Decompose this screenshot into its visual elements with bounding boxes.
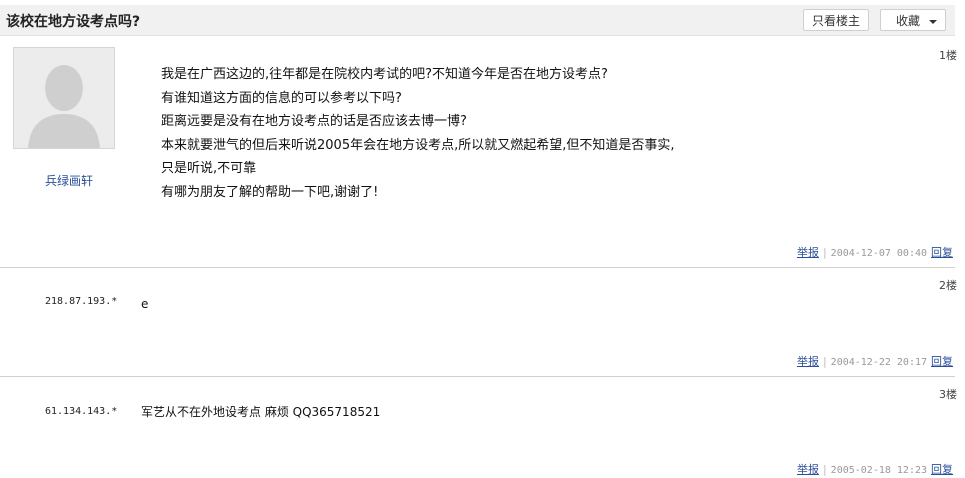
floor-number: 2楼 [939,279,957,292]
post-footer: 举报 | 2005-02-18 12:23 回复 [797,461,953,477]
post-divider [0,376,955,377]
username-link[interactable]: 兵绿画轩 [0,172,138,189]
report-link[interactable]: 举报 [797,463,819,476]
post-line: 有谁知道这方面的信息的可以参考以下吗? [161,90,402,106]
post-content: 军艺从不在外地设考点 麻烦 QQ365718521 [141,405,381,419]
post-divider [0,267,955,268]
reply-link[interactable]: 回复 [931,463,953,476]
chevron-down-icon [929,20,937,24]
report-link[interactable]: 举报 [797,246,819,259]
floor-number: 3楼 [939,388,957,401]
separator: | [822,463,827,476]
favorite-button[interactable]: 收藏 [880,9,946,31]
post-date: 2005-02-18 12:23 [830,465,927,476]
floor-number: 1楼 [939,49,957,62]
avatar[interactable] [13,47,115,149]
thread-header: 该校在地方设考点吗? 只看楼主 收藏 [0,5,955,36]
post-footer: 举报 | 2004-12-22 20:17 回复 [797,353,953,369]
post-date: 2004-12-22 20:17 [830,357,927,368]
separator: | [822,355,827,368]
thread-title: 该校在地方设考点吗? [6,14,141,30]
separator: | [822,246,827,259]
favorite-label: 收藏 [896,14,921,28]
reply-link[interactable]: 回复 [931,355,953,368]
report-link[interactable]: 举报 [797,355,819,368]
post-content: e [141,297,149,311]
only-op-button[interactable]: 只看楼主 [803,9,869,31]
post-line: 只是听说,不可靠 [161,161,257,176]
post-content: 我是在广西这边的,往年都是在院校内考试的吧?不知道今年是否在地方设考点? 有谁知… [161,63,674,204]
post-line: 有哪为朋友了解的帮助一下吧,谢谢了! [161,184,379,200]
poster-ip: 218.87.193.* [45,296,118,307]
poster-ip: 61.134.143.* [45,406,118,417]
post-line: 本来就要泄气的但后来听说2005年会在地方设考点,所以就又燃起希望,但不知道是否… [161,137,675,153]
post-line: 距离远要是没有在地方设考点的话是否应该去博一博? [161,114,467,129]
post-footer: 举报 | 2004-12-07 00:40 回复 [797,244,953,260]
default-avatar-icon [14,48,114,148]
post-line: 我是在广西这边的,往年都是在院校内考试的吧?不知道今年是否在地方设考点? [161,67,608,82]
reply-link[interactable]: 回复 [931,246,953,259]
post-date: 2004-12-07 00:40 [830,248,927,259]
